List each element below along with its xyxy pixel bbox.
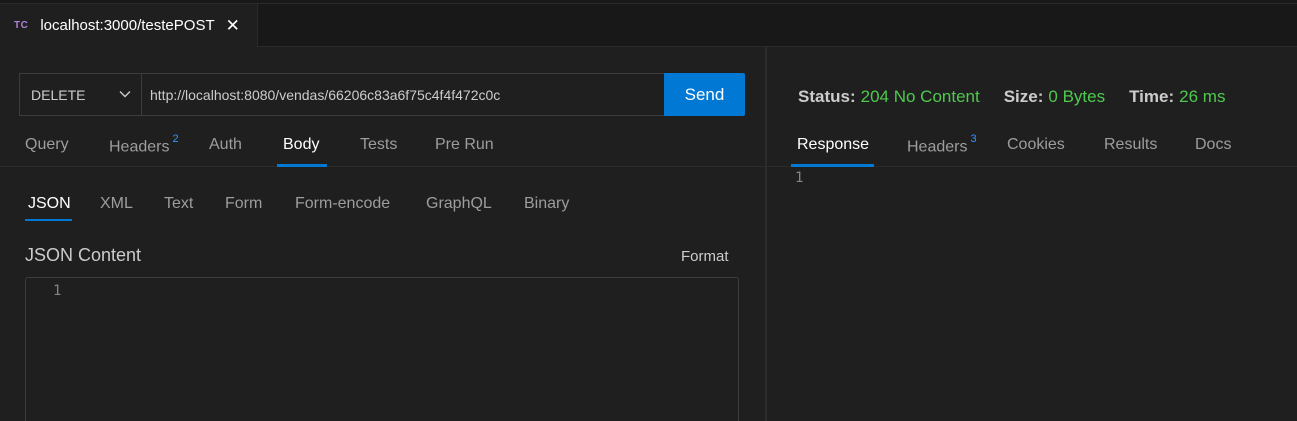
tab-label: Headers: [109, 138, 170, 156]
url-input[interactable]: http://localhost:8080/vendas/66206c83a6f…: [141, 73, 665, 116]
time-value: 26 ms: [1179, 87, 1226, 106]
body-tab-text[interactable]: Text: [164, 195, 193, 213]
body-tab-xml[interactable]: XML: [100, 195, 133, 213]
tab-label: Docs: [1195, 136, 1232, 153]
body-tab-form[interactable]: Form: [225, 195, 262, 213]
tab-label: Tests: [360, 136, 398, 153]
line-number: 1: [53, 283, 62, 299]
tab-label: Body: [283, 136, 320, 153]
request-url-bar: DELETE http://localhost:8080/vendas/6620…: [19, 73, 745, 116]
tab-pre-run[interactable]: Pre Run: [435, 136, 494, 154]
body-tab-form-encode[interactable]: Form-encode: [295, 195, 390, 213]
active-body-tab-indicator: [25, 219, 72, 221]
tab-label: Auth: [209, 136, 242, 153]
request-tabs: Query Headers 2 Auth Body Tests Pre Run: [0, 128, 765, 167]
response-tabs: Response Headers 3 Cookies Results Docs: [767, 128, 1297, 167]
response-status-row: Status: 204 No Content Size: 0 Bytes Tim…: [798, 86, 1249, 108]
body-tab-json[interactable]: JSON: [28, 195, 71, 213]
tab-response-headers[interactable]: Headers 3: [907, 133, 977, 156]
status-label: Status:: [798, 87, 856, 106]
time-label: Time:: [1129, 87, 1175, 106]
tab-docs[interactable]: Docs: [1195, 136, 1231, 154]
method-select[interactable]: DELETE: [19, 73, 142, 116]
format-button[interactable]: Format: [681, 248, 729, 265]
tab-body[interactable]: Body: [283, 136, 319, 154]
active-tab-indicator: [277, 164, 327, 167]
size-label: Size:: [1003, 87, 1044, 106]
size-group: Size: 0 Bytes: [1004, 87, 1105, 107]
headers-count-badge: 3: [970, 133, 977, 145]
tab-label: Cookies: [1007, 136, 1065, 153]
tab-label: Pre Run: [435, 136, 494, 153]
tab-query[interactable]: Query: [25, 136, 69, 154]
tab-tests[interactable]: Tests: [360, 136, 397, 154]
headers-count-badge: 2: [172, 133, 179, 145]
json-body-editor[interactable]: 1: [25, 277, 739, 421]
tab-cookies[interactable]: Cookies: [1007, 136, 1065, 154]
pane-divider[interactable]: [765, 47, 767, 421]
status-value: 204 No Content: [860, 87, 980, 106]
tab-label: Query: [25, 136, 69, 153]
tab-label: Response: [797, 136, 870, 153]
json-content-label: JSON Content: [25, 245, 142, 265]
body-type-tabs: JSON XML Text Form Form-encode GraphQL B…: [0, 190, 765, 222]
tab-label: Headers: [907, 138, 968, 156]
tab-results[interactable]: Results: [1104, 136, 1157, 154]
tab-response[interactable]: Response: [797, 136, 869, 154]
chevron-down-icon: [119, 91, 131, 98]
method-value: DELETE: [31, 86, 86, 103]
close-icon[interactable]: ✕: [226, 17, 240, 34]
request-tab[interactable]: TC localhost:3000/testePOST ✕: [0, 4, 258, 47]
active-tab-indicator: [791, 164, 874, 167]
body-tab-graphql[interactable]: GraphQL: [426, 195, 492, 213]
size-value: 0 Bytes: [1048, 87, 1106, 106]
tab-headers[interactable]: Headers 2: [109, 133, 179, 156]
tab-title: localhost:3000/testePOST: [40, 17, 215, 34]
send-button[interactable]: Send: [664, 73, 745, 116]
response-line-number: 1: [795, 170, 804, 186]
body-tab-binary[interactable]: Binary: [524, 195, 569, 213]
tab-label: Results: [1104, 136, 1158, 153]
tab-auth[interactable]: Auth: [209, 136, 242, 154]
thunder-client-icon: TC: [14, 20, 29, 31]
time-group: Time: 26 ms: [1129, 87, 1225, 107]
status-group: Status: 204 No Content: [798, 87, 980, 107]
editor-tab-bar: TC localhost:3000/testePOST ✕: [0, 0, 1297, 47]
